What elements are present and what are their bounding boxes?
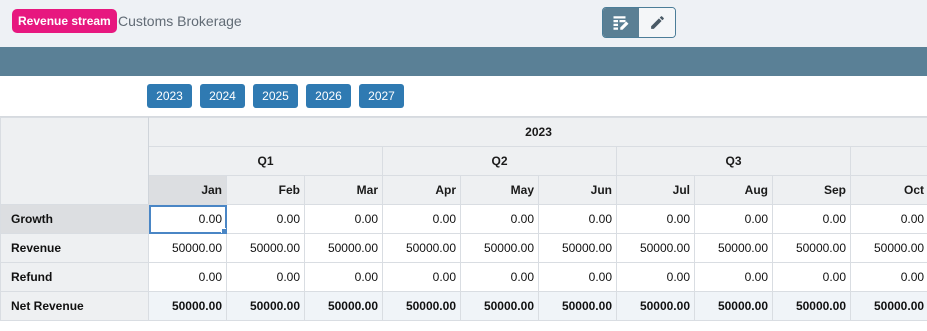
month-header-jan[interactable]: Jan	[148, 175, 227, 205]
grid-cell: 50000.00	[226, 291, 305, 321]
grid-cell: 50000.00	[382, 291, 461, 321]
table-edit-icon	[613, 15, 629, 30]
view-toggle	[602, 7, 676, 38]
grid-cell: 50000.00	[694, 291, 773, 321]
table-row-refund: Refund 0.00 0.00 0.00 0.00 0.00 0.00 0.0…	[0, 262, 927, 292]
grid-cell[interactable]: 0.00	[538, 204, 617, 234]
month-header-apr[interactable]: Apr	[382, 175, 461, 205]
grid-cell[interactable]: 50000.00	[849, 233, 927, 263]
grid-cell[interactable]: 0.00	[226, 262, 305, 292]
grid-cell[interactable]: 0.00	[382, 204, 461, 234]
grid-cell: 50000.00	[460, 291, 539, 321]
year-button-2025[interactable]: 2025	[253, 84, 298, 108]
grid-cell[interactable]: 0.00	[148, 204, 227, 234]
quarter-header-q3: Q3	[616, 146, 851, 176]
year-button-2027[interactable]: 2027	[359, 84, 404, 108]
grid-cell: 50000.00	[616, 291, 695, 321]
grid-cell[interactable]: 0.00	[538, 262, 617, 292]
section-header-bar	[0, 47, 927, 76]
month-header-oct[interactable]: Oct	[849, 175, 927, 205]
grid-cell[interactable]: 50000.00	[616, 233, 695, 263]
grid-cell[interactable]: 50000.00	[148, 233, 227, 263]
table-view-button[interactable]	[603, 8, 639, 37]
row-label-net-revenue: Net Revenue	[0, 291, 149, 321]
grid-cell[interactable]: 50000.00	[772, 233, 851, 263]
grid-cell[interactable]: 0.00	[382, 262, 461, 292]
quarter-header-q1: Q1	[148, 146, 383, 176]
grid-cell[interactable]: 50000.00	[304, 233, 383, 263]
grid-cell[interactable]: 0.00	[304, 204, 383, 234]
month-header-mar[interactable]: Mar	[304, 175, 383, 205]
grid-cell: 50000.00	[849, 291, 927, 321]
grid-cell[interactable]: 0.00	[849, 262, 927, 292]
edit-view-button[interactable]	[639, 8, 675, 37]
fill-handle[interactable]	[221, 228, 226, 233]
year-button-2026[interactable]: 2026	[306, 84, 351, 108]
grid-cell[interactable]: 50000.00	[538, 233, 617, 263]
row-label-revenue: Revenue	[0, 233, 149, 263]
grid-cell[interactable]: 50000.00	[382, 233, 461, 263]
month-header-jun[interactable]: Jun	[538, 175, 617, 205]
revenue-table: 2023 Q1 Q2 Q3 Jan Feb Mar Apr May Jun Ju…	[0, 117, 927, 321]
grid-cell[interactable]: 0.00	[694, 204, 773, 234]
table-row-net-revenue: Net Revenue 50000.00 50000.00 50000.00 5…	[0, 291, 927, 321]
quarter-header-q2: Q2	[382, 146, 617, 176]
grid-corner	[0, 117, 149, 205]
top-bar: Revenue stream Customs Brokerage	[0, 0, 927, 47]
grid-cell[interactable]: 0.00	[772, 262, 851, 292]
grid-cell[interactable]: 50000.00	[694, 233, 773, 263]
grid-cell[interactable]: 50000.00	[226, 233, 305, 263]
grid-cell[interactable]: 0.00	[226, 204, 305, 234]
year-button-2023[interactable]: 2023	[147, 84, 192, 108]
page-title: Customs Brokerage	[118, 13, 242, 29]
grid-cell: 50000.00	[538, 291, 617, 321]
row-label-refund: Refund	[0, 262, 149, 292]
year-button-2024[interactable]: 2024	[200, 84, 245, 108]
grid-cell[interactable]: 0.00	[616, 204, 695, 234]
grid-cell[interactable]: 50000.00	[460, 233, 539, 263]
revenue-grid: 2023 Q1 Q2 Q3 Jan Feb Mar Apr May Jun Ju…	[0, 116, 927, 331]
month-header-aug[interactable]: Aug	[694, 175, 773, 205]
grid-cell[interactable]: 0.00	[304, 262, 383, 292]
grid-cell[interactable]: 0.00	[849, 204, 927, 234]
grid-cell[interactable]: 0.00	[694, 262, 773, 292]
grid-cell: 50000.00	[148, 291, 227, 321]
table-row-growth: Growth 0.00 0.00 0.00 0.00 0.00 0.00 0.0…	[0, 204, 927, 234]
pencil-icon	[650, 16, 664, 29]
year-selector: 2023 2024 2025 2026 2027	[0, 76, 927, 116]
row-label-growth: Growth	[0, 204, 149, 234]
year-header: 2023	[147, 117, 927, 147]
grid-cell: 50000.00	[772, 291, 851, 321]
revenue-stream-badge[interactable]: Revenue stream	[12, 9, 117, 33]
month-header-may[interactable]: May	[460, 175, 539, 205]
grid-cell[interactable]: 0.00	[616, 262, 695, 292]
grid-cell[interactable]: 0.00	[460, 204, 539, 234]
table-row-revenue: Revenue 50000.00 50000.00 50000.00 50000…	[0, 233, 927, 263]
month-header-jul[interactable]: Jul	[616, 175, 695, 205]
month-header-sep[interactable]: Sep	[772, 175, 851, 205]
grid-cell[interactable]: 0.00	[148, 262, 227, 292]
grid-cell[interactable]: 0.00	[772, 204, 851, 234]
cell-value: 0.00	[198, 212, 222, 226]
grid-cell: 50000.00	[304, 291, 383, 321]
month-header-feb[interactable]: Feb	[226, 175, 305, 205]
grid-cell[interactable]: 0.00	[460, 262, 539, 292]
quarter-header-q4	[849, 146, 927, 176]
